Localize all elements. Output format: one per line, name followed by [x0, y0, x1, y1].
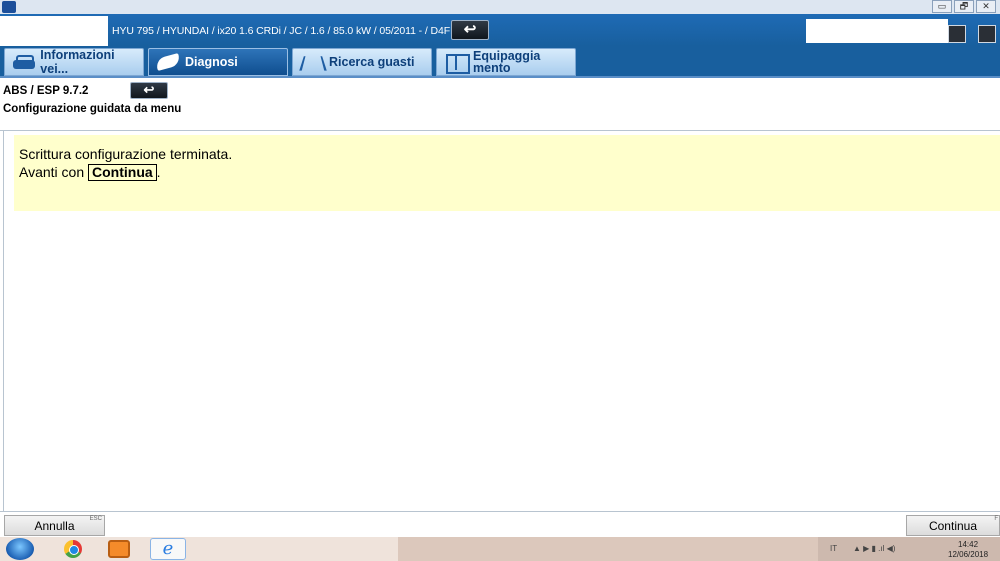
taskbar-pinned-area [0, 537, 398, 561]
chrome-icon[interactable] [64, 540, 82, 558]
tray-icons[interactable]: ▲ ▶ ▮ .ıl ◀) [853, 544, 895, 553]
message-box: Scrittura configurazione terminata. Avan… [14, 135, 1000, 211]
tab-label: Informazioni vei... [40, 48, 115, 76]
vehicle-back-button[interactable]: ↩ [451, 20, 489, 40]
taskbar: e IT ▲ ▶ ▮ .ıl ◀) 14:42 12/06/2018 [0, 537, 1000, 561]
car-icon [11, 52, 36, 72]
continue-button[interactable]: Continua F [906, 515, 1000, 536]
footer-bar: Annulla ESC Continua F [0, 511, 1000, 537]
cancel-button[interactable]: Annulla ESC [4, 515, 105, 536]
module-title: ABS / ESP 9.7.2 [3, 85, 89, 97]
internet-explorer-icon[interactable]: e [150, 538, 186, 560]
clock-time[interactable]: 14:42 [958, 540, 978, 549]
road-icon [299, 52, 325, 72]
message-suffix: . [156, 164, 161, 180]
vehicle-info: HYU 795 / HYUNDAI / ix20 1.6 CRDi / JC /… [112, 25, 457, 37]
book-icon [443, 52, 470, 74]
menu-icon[interactable] [978, 25, 996, 43]
continue-label: Continua [928, 519, 978, 533]
tab-label: Diagnosi [185, 55, 238, 69]
vehicle-header: HYU 795 / HYUNDAI / ix20 1.6 CRDi / JC /… [0, 14, 1000, 46]
tab-equipment[interactable]: Equipaggia mento [436, 48, 576, 76]
tab-fault-search[interactable]: Ricerca guasti [292, 48, 432, 76]
cancel-key-hint: ESC [89, 516, 102, 522]
app-icon [2, 1, 16, 13]
start-button[interactable] [6, 538, 34, 560]
module-back-button[interactable]: ↩ [130, 82, 168, 99]
redacted-area [0, 16, 108, 46]
page-subtitle: Configurazione guidata da menu [3, 103, 182, 115]
print-icon[interactable] [948, 25, 966, 43]
minimize-button[interactable]: ▭ [932, 0, 952, 13]
close-button[interactable]: ✕ [976, 0, 996, 13]
message-line-2: Avanti con Continua. [19, 163, 996, 181]
language-indicator[interactable]: IT [830, 544, 837, 553]
tab-bar: Informazioni vei... Diagnosi Ricerca gua… [0, 46, 1000, 78]
message-prefix: Avanti con [19, 164, 89, 180]
stethoscope-icon [155, 52, 181, 72]
continue-key-hint: F [994, 516, 998, 522]
cancel-label: Annulla [34, 519, 75, 533]
tab-diagnosis[interactable]: Diagnosi [148, 48, 288, 76]
message-line-1: Scrittura configurazione terminata. [19, 146, 233, 162]
inline-continue-button[interactable]: Continua [88, 164, 157, 181]
restore-button[interactable]: 🗗 [954, 0, 974, 13]
tab-vehicle-info[interactable]: Informazioni vei... [4, 48, 144, 76]
tab-label: Equipaggia mento [473, 49, 541, 75]
clock-date[interactable]: 12/06/2018 [948, 550, 1000, 561]
media-player-icon[interactable] [108, 540, 130, 558]
content-panel: Scrittura configurazione terminata. Avan… [3, 131, 1000, 511]
window-titlebar: ▭ 🗗 ✕ [0, 0, 1000, 14]
tab-label: Ricerca guasti [329, 55, 415, 69]
redacted-area [806, 19, 948, 43]
window-controls: ▭ 🗗 ✕ [932, 0, 996, 13]
